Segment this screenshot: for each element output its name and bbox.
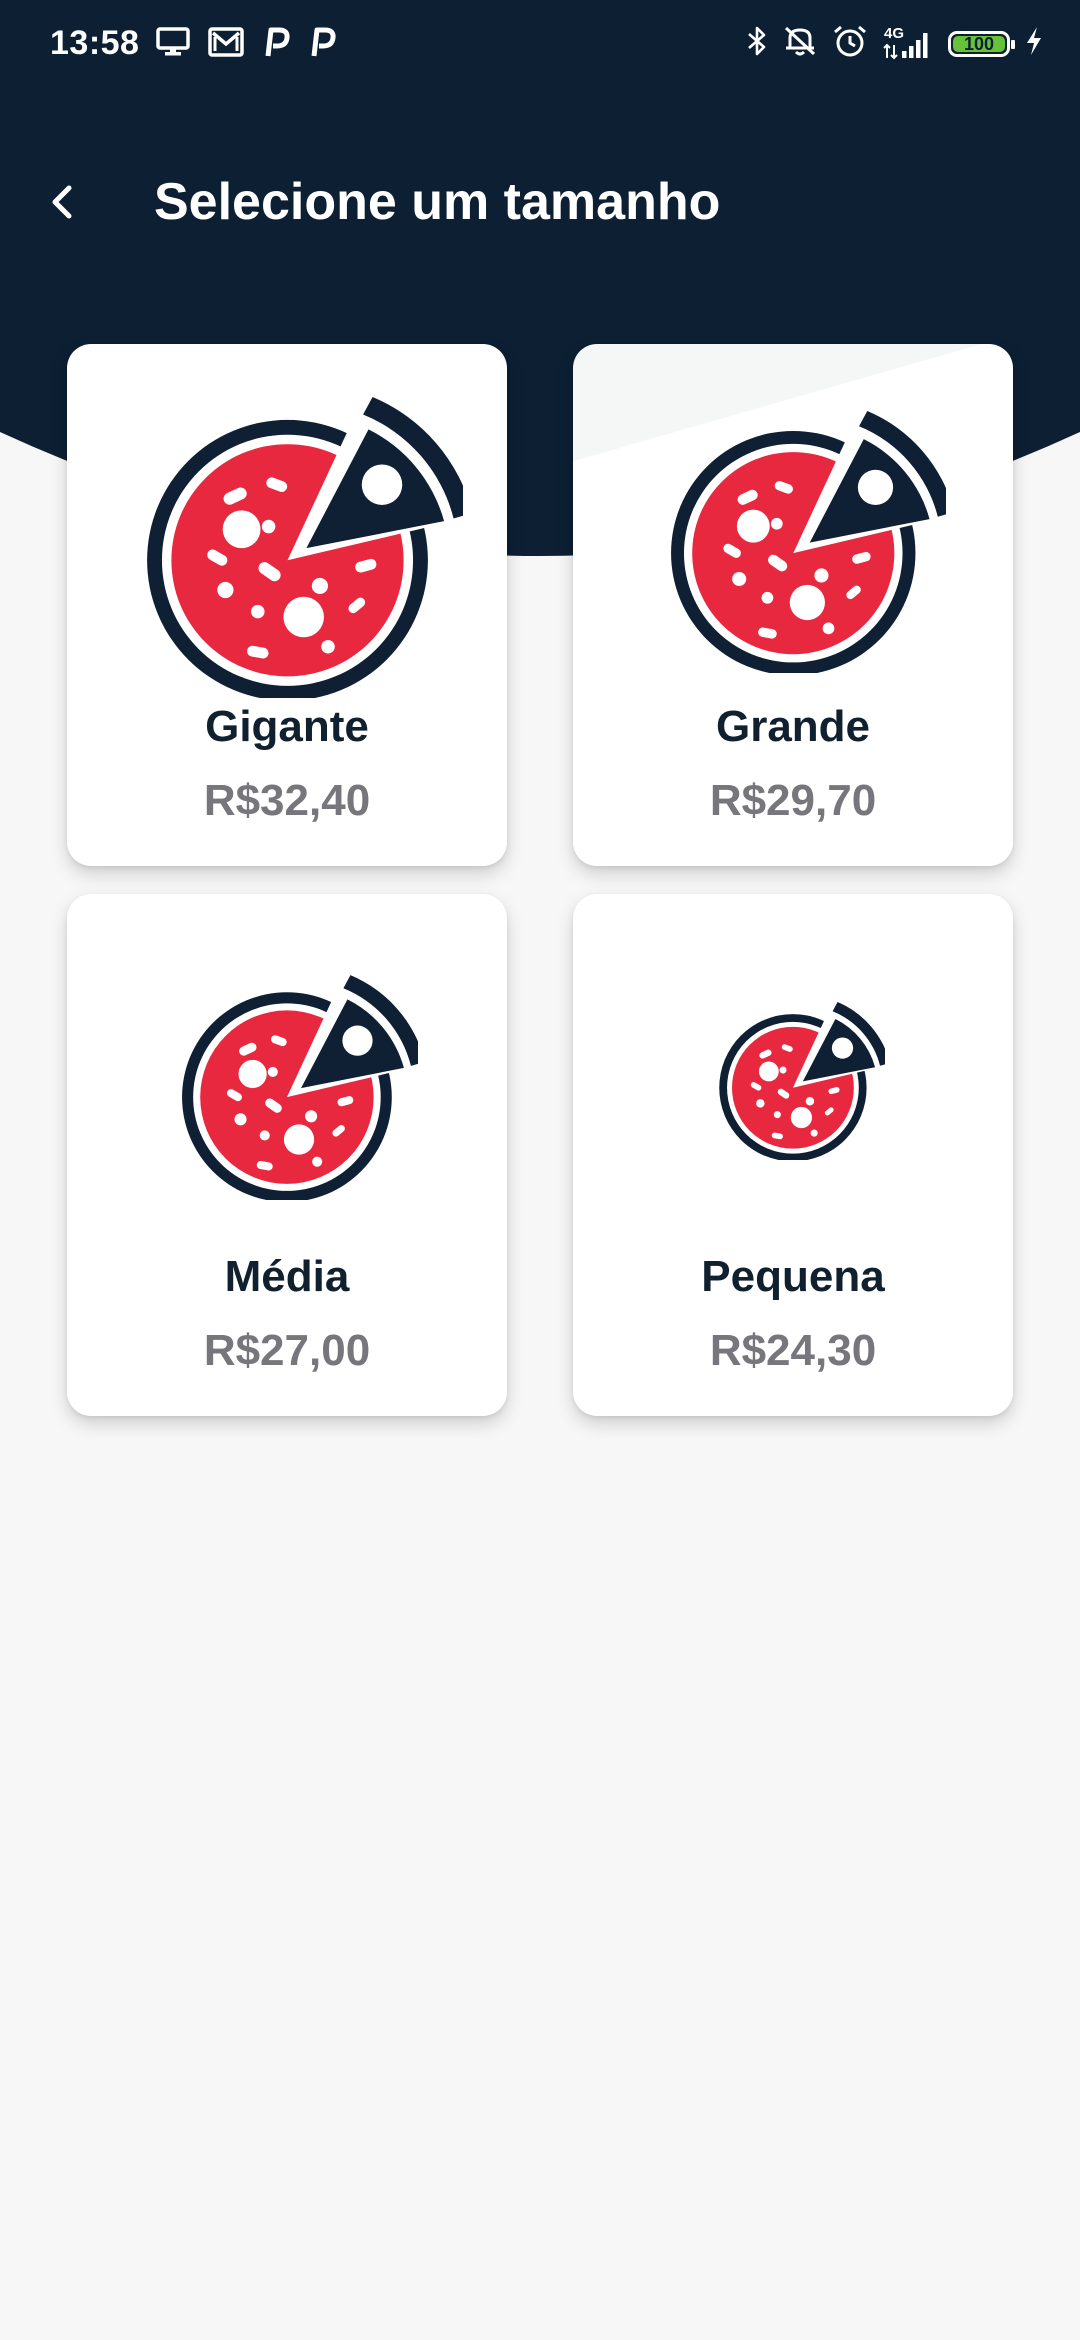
app-bar: Selecione um tamanho: [0, 150, 1080, 254]
size-price: R$32,40: [203, 776, 371, 825]
pizza-image-wrap: [67, 344, 507, 698]
charging-icon: [1024, 25, 1044, 62]
pizza-icon: [182, 975, 418, 1200]
status-bar: 13:58 4G 100: [0, 0, 1080, 92]
monitor-icon: [156, 27, 190, 62]
size-price: R$29,70: [709, 776, 877, 825]
vibrate-off-icon: [782, 24, 818, 63]
size-price: R$27,00: [203, 1326, 371, 1375]
pizza-icon: [719, 1002, 885, 1160]
back-button[interactable]: [30, 170, 94, 234]
pizza-icon: [671, 410, 946, 673]
battery-level: 100: [953, 35, 1005, 53]
chevron-left-icon: [52, 185, 72, 219]
page-title: Selecione um tamanho: [154, 173, 721, 231]
status-system-icons: 4G 100: [746, 24, 1044, 63]
size-card-grande[interactable]: Grande R$29,70: [573, 344, 1013, 866]
battery-tip: [1011, 39, 1015, 49]
status-notification-icons: [156, 26, 336, 63]
size-card-gigante[interactable]: Gigante R$32,40: [67, 344, 507, 866]
status-time: 13:58: [50, 24, 140, 62]
size-price: R$24,30: [709, 1326, 877, 1375]
bluetooth-icon: [746, 24, 768, 63]
pizza-image-wrap: [573, 894, 1013, 1234]
size-name: Pequena: [701, 1252, 885, 1301]
size-name: Gigante: [205, 702, 369, 751]
p-app-icon: [262, 26, 290, 63]
size-name: Média: [224, 1252, 350, 1301]
p-app-icon: [308, 26, 336, 63]
size-card-media[interactable]: Média R$27,00: [67, 894, 507, 1416]
pizza-icon: [147, 396, 463, 698]
size-name: Grande: [715, 702, 871, 751]
alarm-icon: [832, 24, 868, 63]
pizza-image-wrap: [67, 894, 507, 1234]
pizza-image-wrap: [573, 344, 1013, 684]
battery-icon: 100: [948, 30, 1015, 57]
gmail-icon: [208, 27, 244, 62]
size-card-pequena[interactable]: Pequena R$24,30: [573, 894, 1013, 1416]
signal-4g-icon: 4G: [882, 25, 934, 61]
size-grid: Gigante R$32,40 Grande R$29,70 Média R$2…: [67, 344, 1013, 1416]
